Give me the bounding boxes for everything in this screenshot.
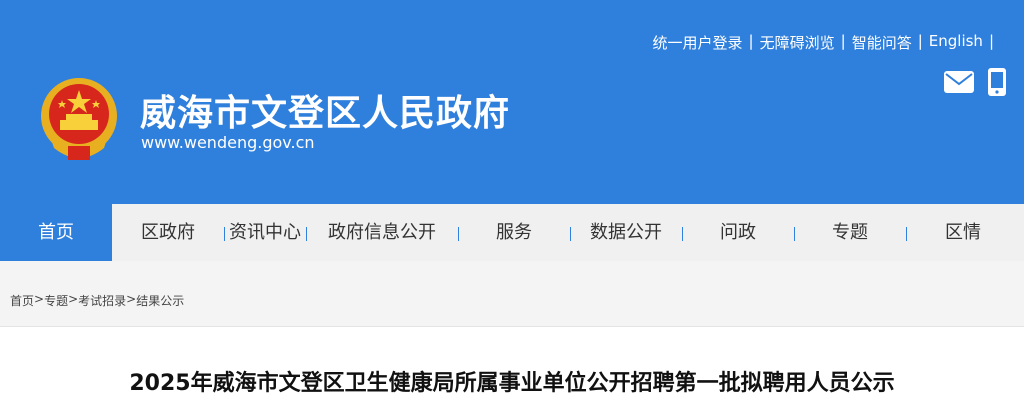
breadcrumb-separator: > [126,292,137,306]
breadcrumb-exam-recruitment[interactable]: 考试招录 [78,292,126,309]
top-link-separator: | [917,32,923,50]
nav-services[interactable]: 服务 [458,204,570,261]
site-header: 统一用户登录 | 无障碍浏览 | 智能问答 | English | 威海市文登区… [0,0,1024,204]
nav-district-government[interactable]: 区政府 [112,204,224,261]
nav-open-data[interactable]: 数据公开 [570,204,682,261]
nav-news-center[interactable]: 资讯中心 [224,204,306,261]
breadcrumb-separator: > [34,292,45,306]
article-panel: 2025年威海市文登区卫生健康局所属事业单位公开招聘第一批拟聘用人员公示 [0,326,1024,400]
nav-home[interactable]: 首页 [0,204,112,261]
top-link-separator: | [840,32,846,50]
site-title: 威海市文登区人民政府 [140,93,511,134]
login-link[interactable]: 统一用户登录 [653,32,743,53]
national-emblem-icon [41,78,117,160]
nav-gov-info-disclosure[interactable]: 政府信息公开 [306,204,458,261]
english-link[interactable]: English [929,32,983,53]
breadcrumb: 首页 > 专题 > 考试招录 > 结果公示 [10,292,184,309]
mobile-icon[interactable] [988,68,1006,96]
mail-icon[interactable] [944,71,974,93]
nav-topics[interactable]: 专题 [794,204,906,261]
breadcrumb-home[interactable]: 首页 [10,292,34,309]
accessibility-link[interactable]: 无障碍浏览 [760,32,835,53]
breadcrumb-topics[interactable]: 专题 [44,292,68,309]
top-link-separator: | [988,32,994,50]
nav-district-profile[interactable]: 区情 [906,204,1020,261]
smart-qa-link[interactable]: 智能问答 [852,32,912,53]
top-link-separator: | [748,32,754,50]
site-url: www.wendeng.gov.cn [141,133,315,152]
main-nav: 首页 区政府 资讯中心 政府信息公开 服务 数据公开 问政 专题 区情 [0,204,1024,261]
breadcrumb-separator: > [68,292,79,306]
nav-inquiry[interactable]: 问政 [682,204,794,261]
header-icons [944,68,1006,96]
top-links: 统一用户登录 | 无障碍浏览 | 智能问答 | English | [653,32,994,53]
breadcrumb-result-notice[interactable]: 结果公示 [136,292,184,309]
article-title: 2025年威海市文登区卫生健康局所属事业单位公开招聘第一批拟聘用人员公示 [129,371,895,396]
